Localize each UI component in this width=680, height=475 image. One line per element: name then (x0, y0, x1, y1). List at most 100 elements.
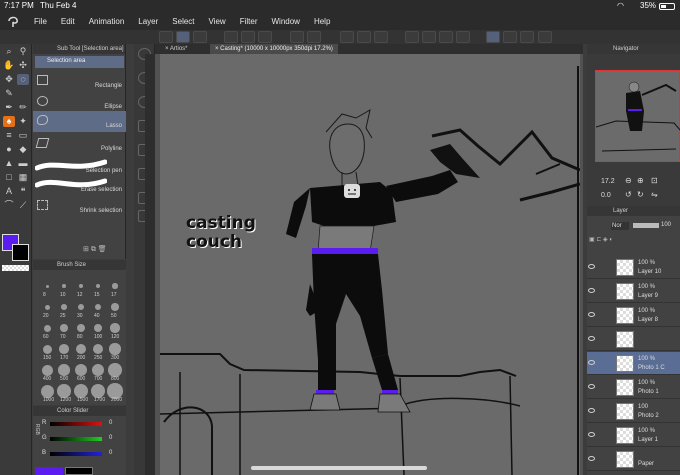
red-value[interactable]: 0 (109, 420, 112, 426)
brush-size-dot[interactable] (78, 283, 84, 289)
menu-edit[interactable]: Edit (61, 17, 75, 26)
brush-size-dot[interactable] (58, 364, 70, 376)
figure-tool-icon[interactable]: □ (3, 172, 15, 183)
green-value[interactable]: 0 (109, 435, 112, 441)
brush-size-dot[interactable] (109, 343, 121, 355)
brush-size-dot[interactable] (43, 324, 51, 332)
brush-size-dot[interactable] (93, 323, 103, 333)
deselect-button[interactable] (193, 31, 207, 43)
brush-size-dot[interactable] (61, 304, 67, 310)
pencil-tool-icon[interactable]: ✏ (17, 102, 29, 113)
correct-line-icon[interactable]: ⌒ (3, 200, 15, 211)
zoom-out-icon[interactable]: ⊖ (625, 176, 632, 185)
save-button[interactable] (258, 31, 272, 43)
brush-size-dot[interactable] (45, 284, 49, 288)
airbrush-icon[interactable]: ✦ (17, 116, 29, 127)
eye-icon[interactable] (588, 384, 595, 389)
eye-icon[interactable] (588, 336, 595, 341)
blue-value[interactable]: 0 (109, 450, 112, 456)
new-file-button[interactable] (224, 31, 238, 43)
clear-button[interactable] (340, 31, 354, 43)
layer-row[interactable]: 100 % Layer 8 (587, 304, 680, 327)
ruler-tool-icon[interactable]: ⟋ (17, 200, 29, 211)
zoom-tool-icon[interactable]: ⌕ (3, 46, 15, 57)
brush-size-dot[interactable] (91, 363, 105, 377)
transparent-color-swatch[interactable] (2, 265, 29, 271)
tab-casting[interactable]: × Casting* (10000 x 10000px 350dpi 17.2%… (210, 44, 338, 54)
brush-size-dot[interactable] (92, 343, 104, 355)
home-indicator[interactable] (251, 466, 427, 470)
move-tool-icon[interactable]: ✣ (17, 60, 29, 71)
snap-ruler-button[interactable] (405, 31, 419, 43)
brush-size-dot[interactable] (57, 384, 71, 398)
rotate-right-icon[interactable]: ↻ (637, 190, 644, 199)
menu-help[interactable]: Help (314, 17, 330, 26)
eye-icon[interactable] (588, 360, 595, 365)
text-tool-icon[interactable]: A (3, 186, 15, 197)
bucket-icon[interactable]: ▲ (3, 158, 15, 169)
menu-toggle-button[interactable] (159, 31, 173, 43)
delete-subtool-icon[interactable]: 🗑 (98, 246, 107, 253)
brush-size-dot[interactable] (94, 303, 102, 311)
menu-view[interactable]: View (209, 17, 226, 26)
brush-size-dot[interactable] (41, 364, 53, 376)
magnifier-icon[interactable]: ⚲ (17, 46, 29, 57)
subtool-ellipse[interactable]: Ellipse (33, 92, 126, 113)
sub-color-swatch[interactable] (12, 244, 29, 261)
layer-row[interactable]: Paper (587, 448, 680, 471)
opacity-value[interactable]: 100 (661, 222, 671, 228)
stabilizer-3-button[interactable] (520, 31, 534, 43)
layer-row[interactable]: 100 % Layer 9 (587, 280, 680, 303)
blue-slider[interactable] (50, 452, 102, 456)
subtool-erase-selection[interactable]: Erase selection (33, 175, 126, 196)
gradient-icon[interactable]: ▬ (17, 158, 29, 169)
balloon-tool-icon[interactable]: ❝ (17, 186, 29, 197)
navigator-preview[interactable] (595, 70, 680, 162)
subtool-lasso[interactable]: Lasso (33, 111, 126, 132)
eye-icon[interactable] (588, 432, 595, 437)
brush-size-dot[interactable] (111, 303, 119, 311)
subtool-polyline[interactable]: Polyline (33, 134, 126, 155)
brush-size-dot[interactable] (40, 384, 54, 398)
duplicate-subtool-icon[interactable]: ⧉ (91, 246, 96, 253)
brush-size-dot[interactable] (75, 343, 87, 355)
subtool-rectangle[interactable]: Rectangle (33, 71, 126, 92)
eye-icon[interactable] (588, 288, 595, 293)
transform-button[interactable] (374, 31, 388, 43)
brush-size-dot[interactable] (73, 383, 89, 399)
layer-row[interactable]: 100 % Layer 1 (587, 424, 680, 447)
layer-row[interactable]: 100 % Layer 10 (587, 256, 680, 279)
stabilizer-1-button[interactable] (486, 31, 500, 43)
subtool-group-tab[interactable]: Selection area (35, 56, 124, 68)
layer-row[interactable] (587, 328, 680, 351)
snap-special-button[interactable] (422, 31, 436, 43)
add-subtool-icon[interactable]: ⊞ (83, 246, 89, 253)
lasso-tool-icon[interactable]: ◌ (17, 74, 29, 85)
fill-button[interactable] (357, 31, 371, 43)
brush-size-dot[interactable] (60, 324, 68, 332)
snap-grid-button[interactable] (439, 31, 453, 43)
opacity-slider[interactable] (633, 223, 659, 228)
brush-size-dot[interactable] (110, 323, 120, 333)
zoom-value[interactable]: 17.2 (601, 178, 615, 185)
tab-artios[interactable]: × Artios* (160, 44, 193, 54)
menu-filter[interactable]: Filter (240, 17, 258, 26)
brush-size-dot[interactable] (108, 363, 122, 377)
blend-tool-icon[interactable]: ● (3, 144, 15, 155)
eye-icon[interactable] (588, 408, 595, 413)
open-button[interactable] (241, 31, 255, 43)
subtool-shrink-selection[interactable]: Shrink selection (33, 196, 126, 217)
hand-tool-icon[interactable]: ✋ (3, 60, 15, 71)
brush-tool-icon[interactable]: ♠ (3, 116, 15, 127)
subtool-selection-pen[interactable]: Selection pen (33, 156, 126, 177)
fit-icon[interactable]: ⊡ (651, 176, 658, 185)
blend-mode-select[interactable]: Nor (611, 222, 629, 230)
brush-size-dot[interactable] (74, 363, 88, 377)
stabilizer-4-button[interactable] (538, 31, 552, 43)
menu-layer[interactable]: Layer (138, 17, 158, 26)
selection-launcher-button[interactable] (176, 31, 190, 43)
brush-size-dot[interactable] (76, 323, 86, 333)
eye-icon[interactable] (588, 456, 595, 461)
red-slider[interactable] (50, 422, 102, 426)
menu-select[interactable]: Select (172, 17, 194, 26)
